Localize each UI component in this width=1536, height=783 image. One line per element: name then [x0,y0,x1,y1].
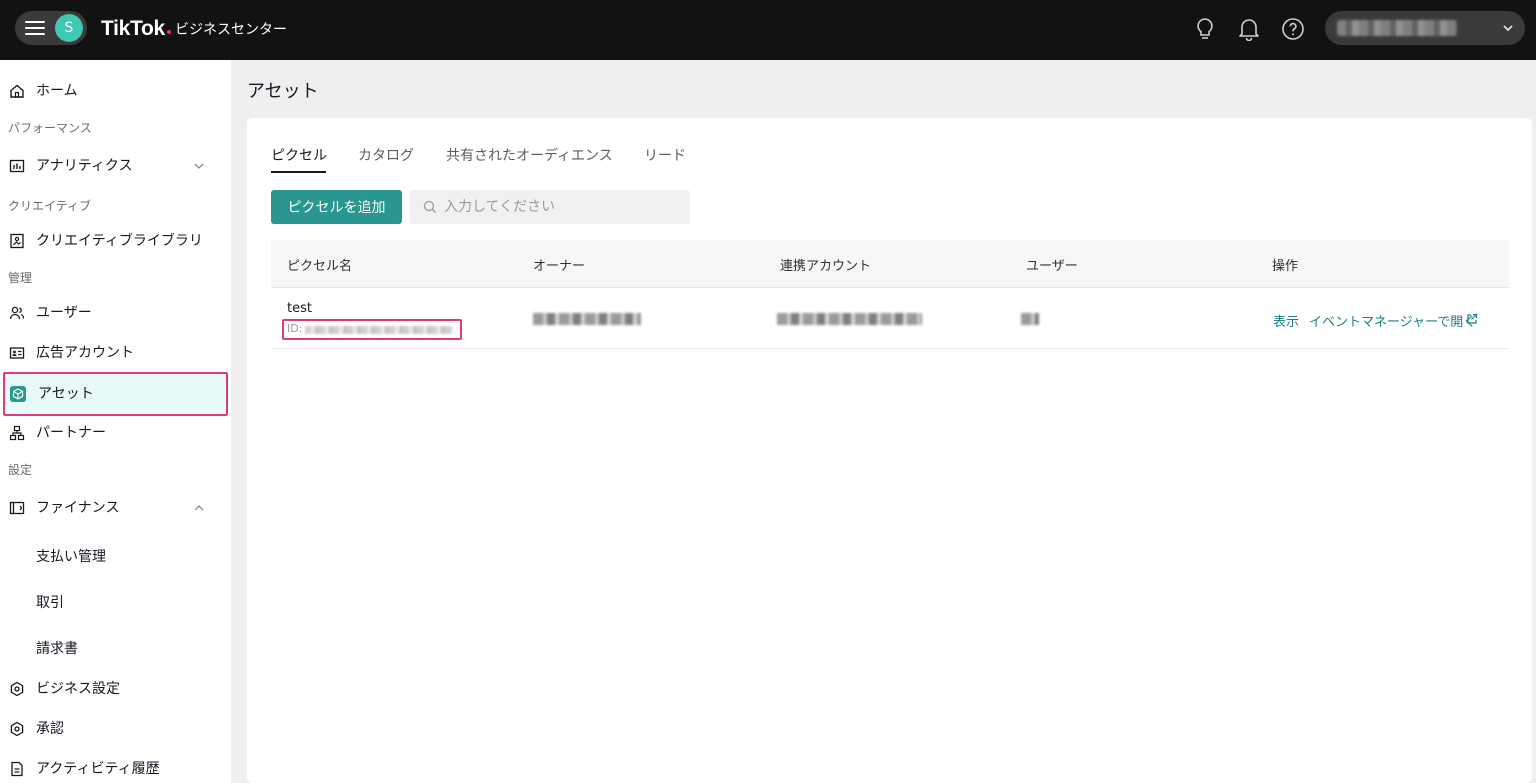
sidebar-item-activity-log[interactable]: アクティビティ履歴 [0,749,231,783]
brand-subtitle: ビジネスセンター [174,22,287,38]
top-bar: S TikTok ビジネスセンター [0,0,1536,60]
pixel-id-highlight: ID: [282,319,462,340]
chevron-down-icon [194,163,204,169]
help-icon[interactable] [1279,15,1307,43]
sidebar-item-label: ホーム [36,83,78,99]
active-tab-indicator [271,171,326,173]
assets-cube-icon [10,386,26,402]
column-header-owner: オーナー [533,259,586,274]
pixel-id-redacted [305,326,453,334]
menu-toggle-button[interactable]: S [15,11,87,45]
tab-pixel[interactable]: ピクセル [271,145,327,165]
tab-leads[interactable]: リード [644,145,686,165]
sidebar-item-analytics[interactable]: アナリティクス [0,146,231,186]
sidebar-item-assets[interactable]: アセット [3,372,228,416]
sidebar-item-users[interactable]: ユーザー [0,293,231,333]
sidebar-item-label: 広告アカウント [36,345,134,361]
pixel-name: test [287,301,312,316]
sidebar-item-label: アクティビティ履歴 [36,761,160,777]
finance-icon [9,501,25,515]
column-header-pixel-name: ピクセル名 [287,259,353,274]
section-label-performance: パフォーマンス [8,121,92,135]
column-header-users: ユーザー [1026,259,1078,274]
add-pixel-button[interactable]: ピクセルを追加 [271,190,402,224]
open-event-manager-link[interactable]: イベントマネージャーで開く [1309,311,1476,330]
account-switcher[interactable] [1325,11,1525,45]
view-link[interactable]: 表示 [1273,311,1299,330]
home-icon [10,84,24,98]
analytics-icon [9,159,25,173]
avatar: S [55,14,83,42]
sidebar-item-label: アセット [38,386,94,402]
gear-icon [10,681,24,697]
table-row: test ID: 表示 イベントマネージャーで開く [271,289,1509,349]
external-link-icon[interactable] [1466,313,1478,325]
sidebar-item-business-settings[interactable]: ビジネス設定 [0,669,231,709]
sidebar-item-label: ファイナンス [36,500,120,516]
sidebar-item-label: パートナー [36,425,106,441]
sidebar-item-home[interactable]: ホーム [0,71,231,111]
section-label-creative: クリエイティブ [8,199,92,213]
account-name-redacted [1337,20,1457,36]
bell-icon[interactable] [1235,15,1263,43]
lightbulb-icon[interactable] [1191,15,1219,43]
section-label-manage: 管理 [8,271,33,285]
creative-library-icon [10,233,24,249]
tab-catalog[interactable]: カタログ [358,145,414,165]
approval-icon [10,721,24,737]
brand-name: TikTok [101,17,165,40]
brand-dot-icon [166,30,171,34]
sidebar-item-creative-library[interactable]: クリエイティブライブラリ [0,221,231,261]
pixel-id-label: ID: [287,322,303,335]
sidebar-item-label: ビジネス設定 [36,681,120,697]
partners-icon [9,425,25,441]
document-icon [11,761,23,777]
sidebar-item-label: アナリティクス [36,158,133,174]
hamburger-icon [25,21,45,35]
sidebar-item-approvals[interactable]: 承認 [0,709,231,749]
sidebar-item-label: ユーザー [36,305,92,321]
sidebar-item-label: クリエイティブライブラリ [36,233,203,249]
users-icon [9,306,25,320]
column-header-linked-accounts: 連携アカウント [780,259,872,274]
sidebar-subitem-invoices[interactable]: 請求書 [36,638,78,658]
search-input[interactable] [444,190,684,224]
ad-account-icon [9,347,25,359]
sidebar-subitem-payments[interactable]: 支払い管理 [36,546,106,566]
search-box [410,190,690,224]
users-redacted [1021,313,1039,325]
page-title: アセット [247,81,319,102]
chevron-up-icon [194,505,204,511]
assets-panel: ピクセル カタログ 共有されたオーディエンス リード ピクセルを追加 ピクセル名… [247,118,1532,783]
chevron-down-icon [1503,25,1513,32]
tab-shared-audiences[interactable]: 共有されたオーディエンス [446,145,613,165]
linked-account-redacted [777,313,922,325]
table-header: ピクセル名 オーナー 連携アカウント ユーザー 操作 [271,240,1509,288]
sidebar-item-finance[interactable]: ファイナンス [0,488,231,528]
brand-logo[interactable]: TikTok ビジネスセンター [101,14,287,44]
sidebar-item-label: 承認 [36,721,64,737]
sidebar: ホーム パフォーマンス アナリティクス クリエイティブ クリエイティブライブラリ… [0,60,231,783]
section-label-settings: 設定 [8,463,33,477]
sidebar-subitem-transactions[interactable]: 取引 [36,592,64,612]
search-icon [423,200,436,213]
sidebar-item-ad-accounts[interactable]: 広告アカウント [0,333,231,373]
sidebar-item-partners[interactable]: パートナー [0,413,231,453]
column-header-actions: 操作 [1272,259,1299,274]
owner-redacted [533,313,641,325]
